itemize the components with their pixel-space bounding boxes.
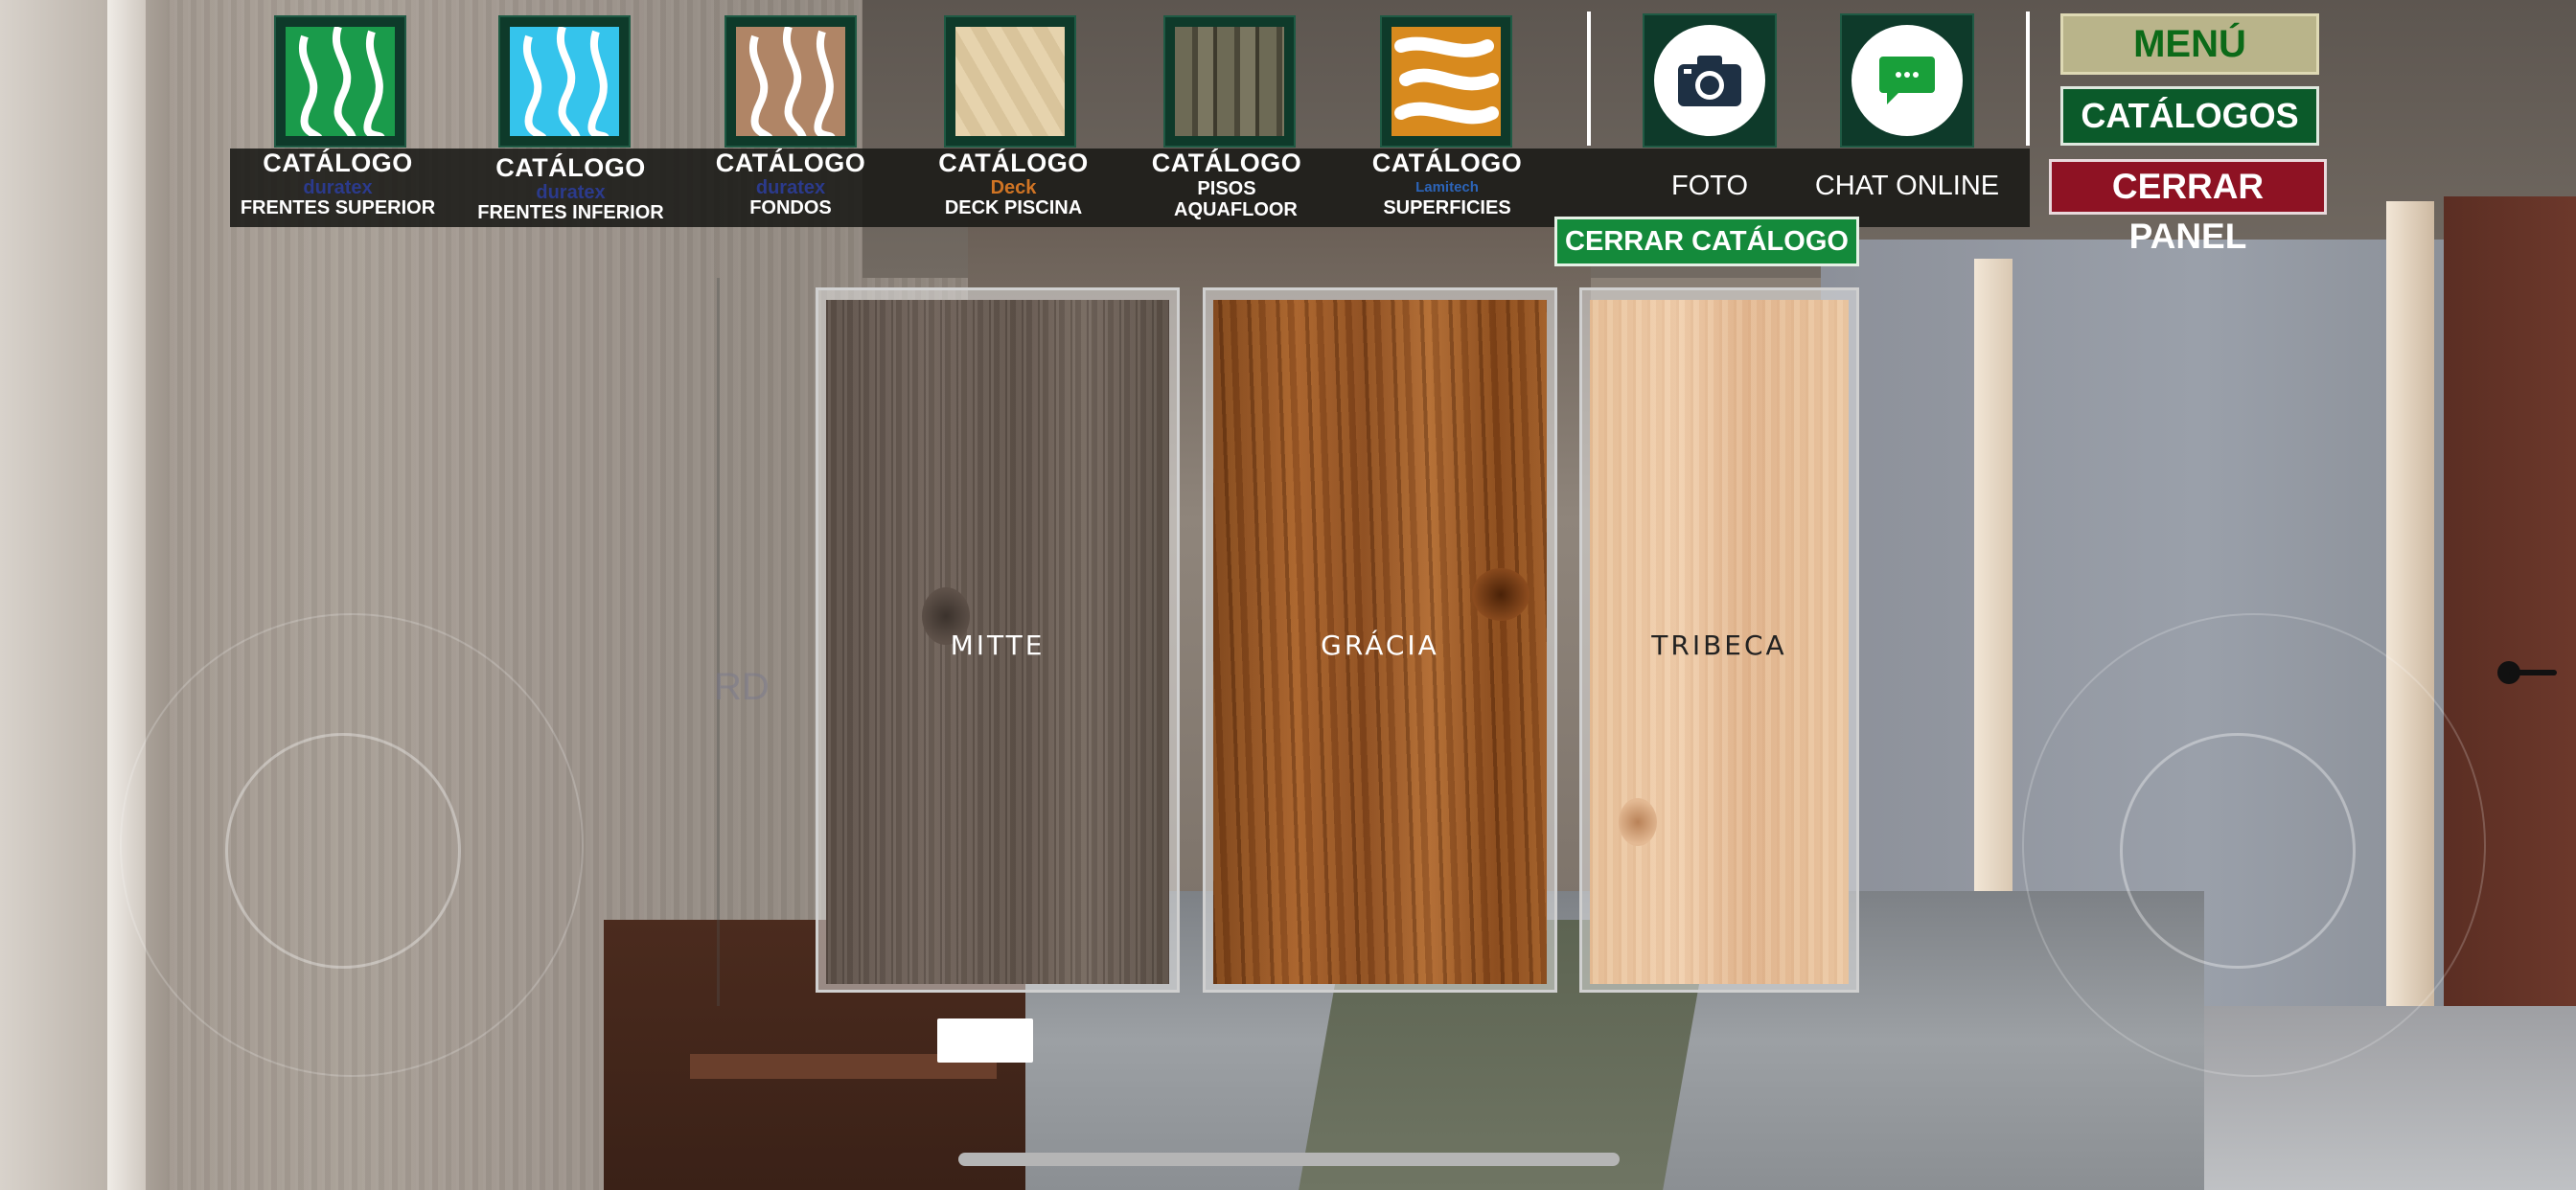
catalog-fondos-label[interactable]: CATÁLOGO duratex FONDOS [700, 149, 882, 218]
catalog-fondos-thumb[interactable] [724, 15, 857, 148]
catalog-frentes-superior-thumb[interactable] [274, 15, 406, 148]
brand-logo: duratex [303, 177, 373, 198]
catalog-subtitle: FONDOS [749, 197, 832, 218]
photo-label: FOTO [1670, 171, 1749, 201]
home-indicator[interactable] [958, 1153, 1620, 1166]
swatch-name: GRÁCIA [1321, 629, 1439, 661]
brand-logo: duratex [755, 177, 826, 198]
catalog-title: CATÁLOGO [938, 149, 1089, 177]
glass-panel-edge [717, 278, 720, 1006]
camera-icon [1654, 25, 1765, 136]
catalog-title: CATÁLOGO [1371, 149, 1523, 177]
wood-grain-icon [286, 27, 395, 136]
swatch-name: MITTE [950, 629, 1046, 661]
wood-floor-icon [1175, 27, 1284, 136]
catalog-title: CATÁLOGO [495, 153, 646, 182]
catalog-frentes-inferior-label[interactable]: CATÁLOGO duratex FRENTES INFERIOR [458, 153, 683, 223]
catalog-subtitle: FRENTES INFERIOR [477, 202, 664, 223]
swatch-name: TRIBECA [1651, 629, 1787, 661]
chat-online-button[interactable] [1840, 13, 1974, 148]
swatch-card-tribeca[interactable]: TRIBECA [1579, 287, 1859, 993]
pillar [1974, 259, 2012, 987]
wood-swatch: TRIBECA [1590, 300, 1849, 984]
wood-knot [1472, 568, 1530, 621]
right-joystick-knob[interactable] [2120, 733, 2356, 969]
wood-swatch: MITTE [826, 300, 1169, 984]
catalog-deck-piscina-thumb[interactable] [944, 15, 1076, 148]
wood-plank-icon [955, 27, 1065, 136]
swatch-card-mitte[interactable]: MITTE [816, 287, 1180, 993]
partial-text: RD [714, 666, 770, 708]
catalog-title: CATÁLOGO [263, 149, 413, 177]
page-indicator[interactable] [937, 1018, 1033, 1063]
catalog-subtitle: PISOS AQUAFLOOR [1174, 178, 1298, 220]
catalog-frentes-inferior-thumb[interactable] [498, 15, 631, 148]
brand-logo: Lamitech [1415, 179, 1479, 195]
brand-logo: Deck [990, 177, 1037, 198]
wall-trim [107, 0, 146, 1190]
catalog-frentes-superior-label[interactable]: CATÁLOGO duratex FRENTES SUPERIOR [230, 149, 446, 218]
wood-knot [1619, 798, 1657, 846]
catalog-subtitle: DECK PISCINA [944, 197, 1083, 218]
photo-button[interactable] [1643, 13, 1777, 148]
catalog-title: CATÁLOGO [715, 149, 866, 177]
menu-button[interactable]: MENÚ [2060, 13, 2319, 75]
swatch-card-gracia[interactable]: GRÁCIA [1203, 287, 1557, 993]
wood-grain-icon [510, 27, 619, 136]
catalog-deck-piscina-label[interactable]: CATÁLOGO Deck DECK PISCINA [915, 149, 1112, 218]
catalogs-button[interactable]: CATÁLOGOS [2060, 86, 2319, 146]
catalog-subtitle: SUPERFICIES [1383, 197, 1511, 218]
close-catalog-button[interactable]: CERRAR CATÁLOGO [1554, 217, 1859, 266]
surface-pattern-icon [1392, 27, 1501, 136]
chat-online-label: CHAT ONLINE [1814, 171, 2000, 201]
catalog-superficies-label[interactable]: CATÁLOGO Lamitech SUPERFICIES [1351, 149, 1543, 218]
toolbar-divider [1587, 11, 1591, 146]
toolbar-divider [2026, 11, 2030, 146]
chat-bubble-icon [1852, 25, 1963, 136]
door-handle [2509, 670, 2557, 675]
wood-grain-icon [736, 27, 845, 136]
wood-swatch: GRÁCIA [1213, 300, 1547, 984]
catalog-pisos-aquafloor-label[interactable]: CATÁLOGO PISOS AQUAFLOOR [1131, 149, 1322, 220]
left-joystick-knob[interactable] [225, 733, 461, 969]
catalog-title: CATÁLOGO [1151, 149, 1302, 177]
catalog-pisos-aquafloor-thumb[interactable] [1163, 15, 1296, 148]
close-panel-button[interactable]: CERRAR PANEL [2049, 159, 2327, 256]
catalog-subtitle: FRENTES SUPERIOR [240, 197, 436, 218]
brand-logo: duratex [536, 182, 606, 203]
catalog-superficies-thumb[interactable] [1380, 15, 1512, 148]
